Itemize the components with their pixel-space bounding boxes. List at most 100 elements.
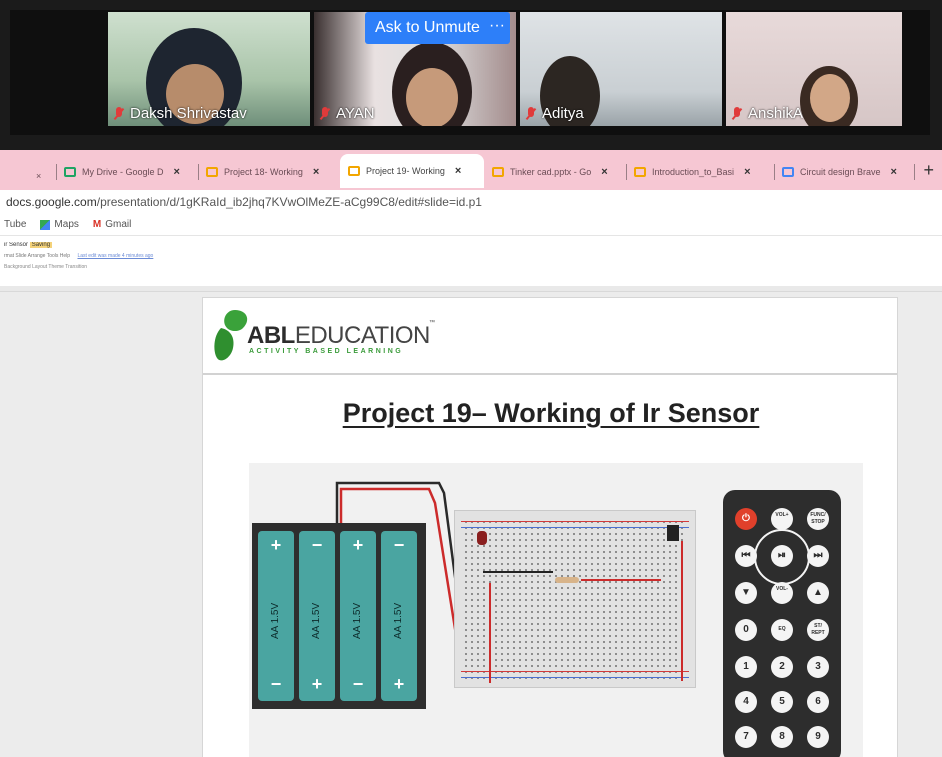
jumper-wire [483, 571, 553, 573]
ground-rail [461, 677, 689, 678]
ground-rail [461, 527, 689, 528]
tab-close-button[interactable]: × [744, 166, 750, 178]
screen: Daksh Shrivastav AYAN Aditya AnshikA Ask… [0, 0, 942, 757]
battery-cell: + AA 1.5V − [340, 531, 376, 701]
tab-my-drive[interactable]: My Drive - Google D × [64, 158, 194, 186]
bookmark-youtube[interactable]: Tube [4, 219, 26, 230]
header-divider [203, 373, 897, 375]
participant-name: Aditya [542, 105, 584, 122]
bookmark-label: Maps [54, 219, 79, 230]
participant-name: AYAN [336, 105, 375, 122]
minus-icon: − [393, 535, 405, 555]
slides-toolbar: Background Layout Theme Transition [4, 264, 942, 273]
func-stop-button: FUNC/ STOP [807, 508, 829, 530]
tab-close-button[interactable]: × [313, 166, 319, 178]
tab-separator [56, 164, 57, 180]
abl-education-logo: ABLEDUCATION ™ ACTIVITY BASED LEARNING [213, 308, 435, 368]
url-domain: docs.google.com [6, 195, 97, 209]
tab-project-18[interactable]: Project 18- Working × [206, 158, 336, 186]
doc-title[interactable]: ir Sensor [4, 242, 28, 248]
slides-icon [206, 167, 218, 177]
bookmarks-bar: Tube Maps M Gmail [0, 214, 942, 236]
plus-icon: + [393, 674, 405, 694]
battery-label: AA 1.5V [393, 602, 404, 640]
tab-close-button[interactable]: × [174, 166, 180, 178]
gmail-icon: M [92, 219, 102, 230]
battery-pack: + AA 1.5V − − AA 1.5V + + AA 1.5V − − AA… [252, 523, 426, 709]
tab-label: Project 18- Working [224, 167, 303, 177]
toolbar-buttons[interactable]: Background Layout Theme Transition [4, 264, 87, 270]
tab-circuit-design[interactable]: Circuit design Brave × [782, 158, 912, 186]
play-pause-button: ⏯ [771, 545, 793, 567]
minus-icon: − [311, 535, 323, 555]
tab-close-button[interactable]: × [455, 165, 461, 177]
slides-icon [634, 167, 646, 177]
muted-mic-icon [320, 106, 330, 121]
slides-icon [492, 167, 504, 177]
doc-title-row: ir Sensor Saving [4, 242, 942, 251]
tab-project-19[interactable]: Project 19- Working × [340, 154, 484, 188]
ir-remote: ⏻ VOL+ FUNC/ STOP ⏮ ⏯ ⏭ ▼ VOL- ▲ 0 EQ ST… [723, 490, 841, 757]
plus-icon: + [352, 535, 364, 555]
drive-icon [64, 167, 76, 177]
last-edit-link[interactable]: Last edit was made 4 minutes ago [77, 253, 153, 259]
tab-tinker-cad[interactable]: Tinker cad.pptx - Go × [492, 158, 622, 186]
menu-bar: rmat Slide Arrange Tools Help Last edit … [4, 253, 942, 262]
vol-up-button: VOL+ [771, 508, 793, 530]
address-bar[interactable]: docs.google.com/presentation/d/1gKRaId_i… [0, 190, 942, 214]
tab-introduction[interactable]: Introduction_to_Basi × [634, 158, 770, 186]
participant-name: AnshikA [748, 105, 804, 122]
tab-label: Circuit design Brave [800, 167, 881, 177]
video-strip: Daksh Shrivastav AYAN Aditya AnshikA Ask… [0, 0, 942, 150]
tab-separator [198, 164, 199, 180]
muted-mic-icon [114, 106, 124, 121]
minus-icon: − [270, 674, 282, 694]
more-options-button[interactable]: ··· [484, 12, 510, 44]
digit-button: 1 [735, 656, 757, 678]
digit-button: 4 [735, 691, 757, 713]
slide-canvas[interactable]: ABLEDUCATION ™ ACTIVITY BASED LEARNING P… [202, 297, 898, 757]
circuit-icon [782, 167, 794, 177]
bookmark-maps[interactable]: Maps [40, 219, 79, 230]
jumper-wire [681, 541, 683, 681]
jumper-wire [489, 583, 491, 683]
battery-cell: − AA 1.5V + [381, 531, 417, 701]
doc-status-badge: Saving [29, 242, 53, 248]
eq-button: EQ [771, 619, 793, 641]
minus-icon: − [352, 674, 364, 694]
up-button: ▲ [807, 582, 829, 604]
browser-window: × My Drive - Google D × Project 18- Work… [0, 150, 942, 757]
logo-tagline: ACTIVITY BASED LEARNING [249, 348, 404, 355]
next-button: ⏭ [807, 545, 829, 567]
participant-tile[interactable]: AnshikA [726, 12, 902, 126]
participant-face [810, 74, 850, 122]
slide-title: Project 19– Working of Ir Sensor [342, 398, 760, 428]
digit-button: 8 [771, 726, 793, 748]
bookmark-gmail[interactable]: M Gmail [93, 219, 131, 230]
tab-close-button[interactable]: × [891, 166, 897, 178]
participant-name-label: Daksh Shrivastav [114, 105, 247, 122]
bookmark-label: Gmail [105, 219, 132, 230]
new-tab-button[interactable]: + [923, 160, 934, 181]
participant-name-label: Aditya [526, 105, 584, 122]
tab-close-button[interactable]: × [601, 166, 607, 178]
tab-separator [626, 164, 627, 180]
battery-cell: − AA 1.5V + [299, 531, 335, 701]
tab-close-button[interactable]: × [36, 162, 41, 190]
digit-button: 2 [771, 656, 793, 678]
breadboard [454, 510, 696, 688]
bookmark-label: Tube [4, 219, 27, 230]
battery-label: AA 1.5V [270, 602, 281, 640]
participant-tile[interactable]: Daksh Shrivastav [108, 12, 310, 126]
power-rail [461, 521, 689, 522]
tab-label: My Drive - Google D [82, 167, 164, 177]
jumper-wire [581, 579, 661, 581]
logo-wordmark: ABLEDUCATION [247, 322, 430, 350]
ask-to-unmute-button[interactable]: Ask to Unmute [365, 12, 490, 44]
participant-tile[interactable]: Aditya [520, 12, 722, 126]
menu-items[interactable]: rmat Slide Arrange Tools Help [4, 253, 70, 259]
resistor-icon [555, 577, 579, 583]
tab-label: Tinker cad.pptx - Go [510, 167, 592, 177]
slides-header: ir Sensor Saving rmat Slide Arrange Tool… [0, 236, 942, 286]
down-button: ▼ [735, 582, 757, 604]
